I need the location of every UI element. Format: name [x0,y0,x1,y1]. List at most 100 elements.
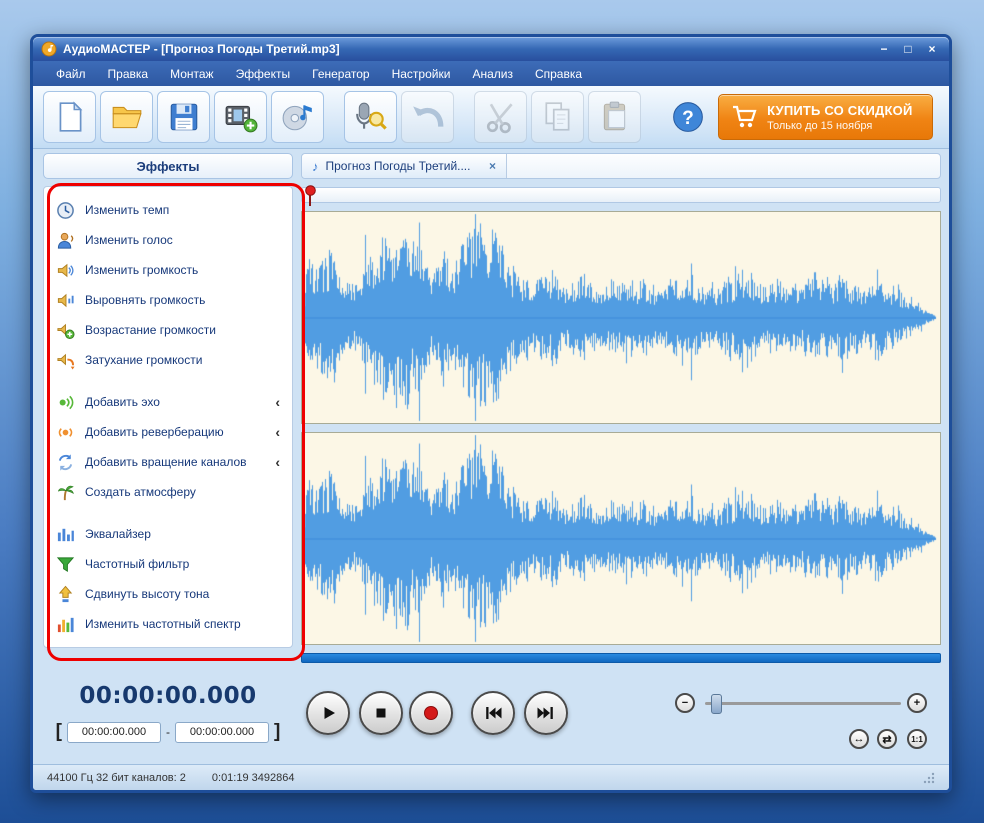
bracket-left: [ [55,721,62,742]
waveform-panel-left [301,211,941,424]
paste-button[interactable] [588,91,641,143]
svg-text:?: ? [682,108,694,129]
scroll-zoom-bar[interactable] [301,653,941,663]
effect-change-tempo[interactable]: Изменить темп [44,195,292,225]
timeline-ruler[interactable] [301,185,941,206]
selection-end-field[interactable] [175,721,269,743]
menu-effects[interactable]: Эффекты [225,67,302,81]
status-bar: 44100 Гц 32 бит каналов: 2 0:01:19 34928… [33,764,949,790]
effect-label: Затухание громкости [85,353,203,367]
toolbar: ? КУПИТЬ СО СКИДКОЙ Только до 15 ноября [33,86,949,149]
effect-fade-in[interactable]: Возрастание громкости [44,315,292,345]
menu-file[interactable]: Файл [45,67,97,81]
fade-out-icon [56,351,75,370]
effect-change-voice[interactable]: Изменить голос [44,225,292,255]
effect-add-echo[interactable]: Добавить эхо ‹ [44,387,292,417]
echo-icon [56,393,75,412]
record-voice-button[interactable] [344,91,397,143]
volume-slider-track[interactable] [705,702,901,705]
menu-help[interactable]: Справка [524,67,593,81]
atmosphere-icon [56,483,75,502]
zoom-one-to-one-button[interactable]: 1:1 [907,729,927,749]
effect-channel-rotation[interactable]: Добавить вращение каналов ‹ [44,447,292,477]
help-button[interactable]: ? [661,91,714,143]
tab-label: Прогноз Погоды Третий.... [325,159,471,173]
grab-from-cd-button[interactable] [271,91,324,143]
effect-label: Сдвинуть высоту тона [85,587,210,601]
cart-icon [731,104,757,130]
menu-settings[interactable]: Настройки [381,67,462,81]
effect-create-atmosphere[interactable]: Создать атмосферу [44,477,292,507]
normalize-icon [56,291,75,310]
fit-horizontal-button[interactable]: ↔ [849,729,869,749]
effect-equalizer[interactable]: Эквалайзер [44,519,292,549]
new-file-button[interactable] [43,91,96,143]
transport-controls: − + ↔ ⇄ 1:1 [301,681,941,759]
buy-discount-button[interactable]: КУПИТЬ СО СКИДКОЙ Только до 15 ноября [718,94,933,140]
effect-change-volume[interactable]: Изменить громкость [44,255,292,285]
tempo-icon [56,201,75,220]
close-button[interactable]: × [923,42,941,56]
swap-view-button[interactable]: ⇄ [877,729,897,749]
open-file-button[interactable] [100,91,153,143]
volume-minus-button[interactable]: − [675,693,695,713]
effect-pitch-shift[interactable]: Сдвинуть высоту тона [44,579,292,609]
filter-icon [56,555,75,574]
record-button[interactable] [409,691,453,735]
effect-label: Эквалайзер [85,527,151,541]
tab-close-icon[interactable]: × [489,159,496,173]
skip-to-end-button[interactable] [524,691,568,735]
status-position: 0:01:19 3492864 [211,771,295,784]
maximize-button[interactable]: □ [899,42,917,56]
submenu-chevron-icon: ‹ [275,454,280,470]
menu-generator[interactable]: Генератор [301,67,380,81]
effects-list: Изменить темп Изменить голос Изменить гр… [43,186,293,648]
document-tab[interactable]: ♪ Прогноз Погоды Третий.... × [302,154,507,178]
effects-panel-header[interactable]: Эффекты [43,153,293,179]
effect-label: Изменить темп [85,203,170,217]
skip-to-start-button[interactable] [471,691,515,735]
waveform-channel-2[interactable] [302,433,938,644]
waveform-channel-1[interactable] [302,212,938,423]
effect-label: Выровнять громкость [85,293,206,307]
effect-frequency-spectrum[interactable]: Изменить частотный спектр [44,609,292,639]
effect-label: Изменить громкость [85,263,199,277]
effect-label: Изменить частотный спектр [85,617,241,631]
buy-subtitle: Только до 15 ноября [767,119,873,132]
resize-grip[interactable] [923,772,935,784]
current-time-display: 00:00:00.000 [79,683,257,709]
menu-edit[interactable]: Правка [97,67,160,81]
effect-label: Изменить голос [85,233,173,247]
pitch-icon [56,585,75,604]
volume-slider-handle[interactable] [711,694,722,714]
menu-analysis[interactable]: Анализ [461,67,524,81]
effect-label: Добавить вращение каналов [85,455,247,469]
status-format: 44100 Гц 32 бит каналов: 2 [47,771,186,784]
audio-from-video-button[interactable] [214,91,267,143]
effect-fade-out[interactable]: Затухание громкости [44,345,292,375]
submenu-chevron-icon: ‹ [275,424,280,440]
effect-label: Добавить реверберацию [85,425,224,439]
effect-label: Создать атмосферу [85,485,196,499]
effect-frequency-filter[interactable]: Частотный фильтр [44,549,292,579]
range-separator: - [166,725,170,739]
fade-in-icon [56,321,75,340]
menu-montage[interactable]: Монтаж [159,67,225,81]
app-window: АудиоМАСТЕР - [Прогноз Погоды Третий.mp3… [30,34,952,793]
effect-normalize-volume[interactable]: Выровнять громкость [44,285,292,315]
app-note-icon [41,41,57,57]
play-button[interactable] [306,691,350,735]
cut-button[interactable] [474,91,527,143]
effect-add-reverb[interactable]: Добавить реверберацию ‹ [44,417,292,447]
stop-button[interactable] [359,691,403,735]
spectrum-icon [56,615,75,634]
save-file-button[interactable] [157,91,210,143]
selection-start-field[interactable] [67,721,161,743]
playhead-pin-icon[interactable] [304,185,317,207]
title-bar: АудиоМАСТЕР - [Прогноз Погоды Третий.mp3… [33,37,949,61]
volume-plus-button[interactable]: + [907,693,927,713]
equalizer-icon [56,525,75,544]
minimize-button[interactable]: − [875,42,893,56]
copy-button[interactable] [531,91,584,143]
undo-button[interactable] [401,91,454,143]
